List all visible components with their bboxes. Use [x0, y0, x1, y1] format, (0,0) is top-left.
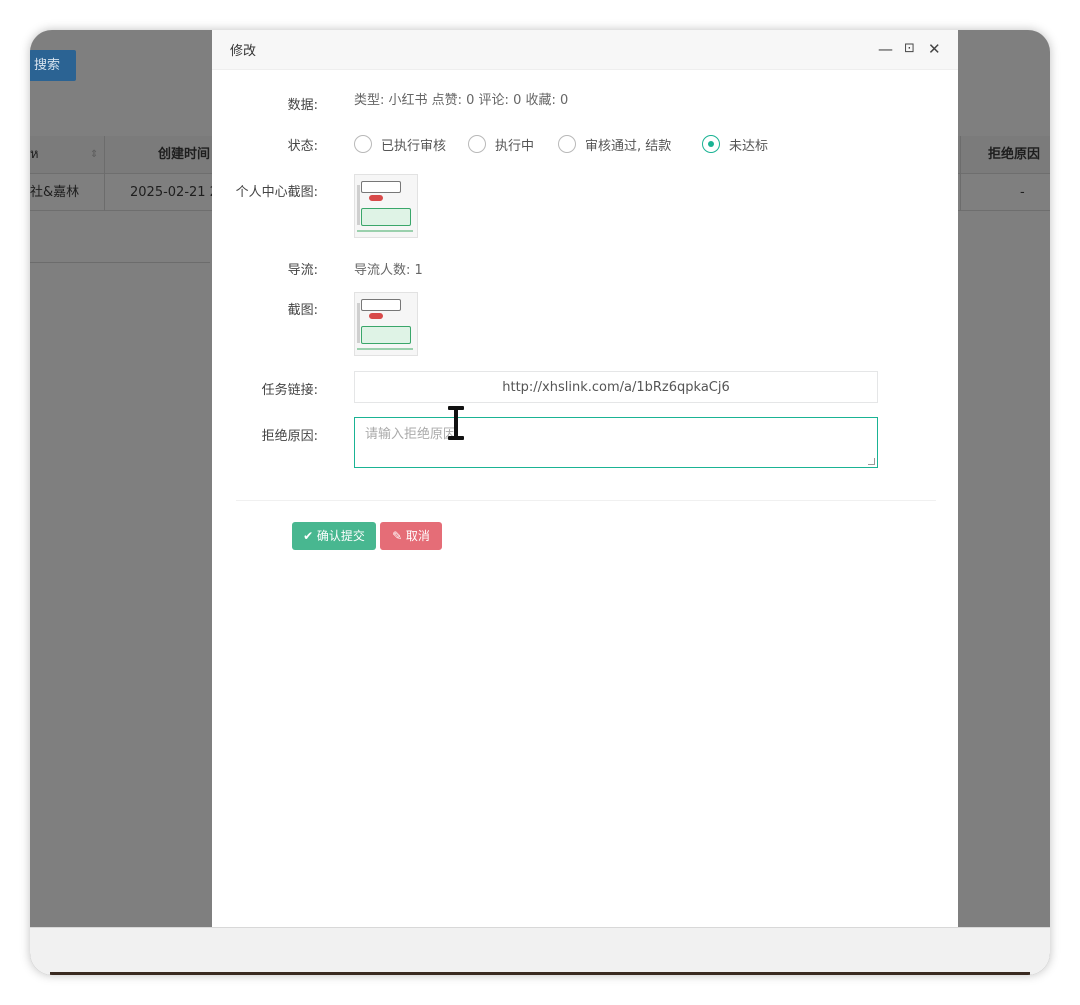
table-cell-reject-reason: -: [1020, 185, 1025, 200]
cancel-button[interactable]: ✎ 取消: [380, 522, 442, 550]
screen-frame: 搜索 ห ⇕ 创建时间 拒绝原因 社&嘉林 2025-02-21 2 - 修改 …: [30, 30, 1050, 975]
edit-modal: 修改 — ⊡ ✕ 数据: 类型: 小红书 点赞: 0 评论: 0 收藏: 0 状…: [212, 30, 958, 927]
table-header-created-time[interactable]: 创建时间: [158, 136, 218, 173]
screenshot-label: 截图:: [287, 303, 318, 318]
table-header-cell: ห: [30, 147, 39, 162]
close-icon[interactable]: ✕: [928, 40, 941, 58]
table-header-reject-reason[interactable]: 拒绝原因: [988, 136, 1048, 173]
reject-reason-textarea[interactable]: 请输入拒绝原因: [354, 417, 878, 468]
task-link-label: 任务链接:: [261, 383, 318, 398]
status-option-in-progress[interactable]: 执行中: [468, 134, 534, 154]
table-cell-created-time: 2025-02-21 2: [130, 185, 212, 200]
reject-reason-label: 拒绝原因:: [261, 429, 318, 444]
reject-reason-placeholder: 请输入拒绝原因: [365, 427, 457, 442]
profile-screenshot-label: 个人中心截图:: [235, 185, 318, 200]
radio-icon: [468, 135, 486, 153]
bottom-edge: [50, 972, 1030, 975]
data-label: 数据:: [287, 98, 318, 113]
bottom-bar: [30, 927, 1050, 975]
radio-icon: [354, 135, 372, 153]
status-option-label: 审核通过, 结款: [585, 138, 672, 154]
radio-icon: [558, 135, 576, 153]
status-option-approved-paid[interactable]: 审核通过, 结款: [558, 134, 671, 154]
data-value: 类型: 小红书 点赞: 0 评论: 0 收藏: 0: [354, 93, 569, 108]
confirm-submit-button[interactable]: ✔ 确认提交: [292, 522, 376, 550]
column-divider: [960, 136, 961, 211]
search-button-label: 搜索: [34, 58, 61, 73]
modal-header: 修改 — ⊡ ✕: [212, 30, 958, 70]
column-divider: [104, 136, 105, 211]
text-cursor-icon: [448, 406, 464, 440]
form-divider: [236, 500, 936, 501]
resize-handle-icon[interactable]: [868, 458, 875, 465]
status-label: 状态:: [287, 139, 318, 154]
status-option-not-qualified[interactable]: 未达标: [702, 134, 768, 154]
status-option-label: 已执行审核: [381, 138, 447, 154]
modal-title: 修改: [230, 44, 257, 59]
table-cell-name: 社&嘉林: [30, 185, 80, 200]
search-button[interactable]: 搜索: [30, 50, 76, 81]
status-option-executed-review[interactable]: 已执行审核: [354, 134, 446, 154]
minimize-icon[interactable]: —: [878, 40, 893, 58]
status-option-label: 未达标: [729, 138, 769, 154]
screenshot-image[interactable]: [354, 292, 418, 356]
sort-icon[interactable]: ⇕: [90, 136, 104, 173]
maximize-icon[interactable]: ⊡: [904, 40, 915, 58]
traffic-value: 导流人数: 1: [354, 263, 423, 278]
background-divider: [30, 262, 210, 263]
traffic-label: 导流:: [287, 263, 318, 278]
radio-selected-icon: [702, 135, 720, 153]
task-link-input[interactable]: http://xhslink.com/a/1bRz6qpkaCj6: [354, 371, 878, 403]
status-option-label: 执行中: [495, 138, 535, 154]
profile-screenshot-image[interactable]: [354, 174, 418, 238]
